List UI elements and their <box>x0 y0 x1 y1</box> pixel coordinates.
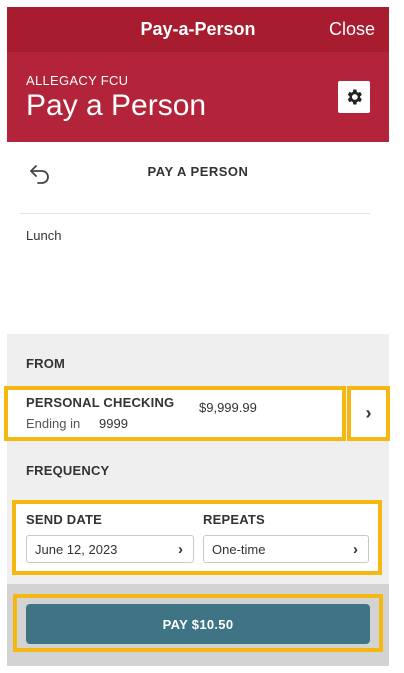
account-balance: $9,999.99 <box>199 400 257 415</box>
page-header: ALLEGACY FCU Pay a Person <box>7 52 389 142</box>
pay-button[interactable]: PAY $10.50 <box>26 604 370 644</box>
section-title: PAY A PERSON <box>147 164 249 179</box>
page-title: Pay a Person <box>26 89 207 122</box>
send-date-field[interactable]: June 12, 2023 › <box>26 535 194 563</box>
settings-button[interactable] <box>338 81 370 113</box>
chevron-right-icon: › <box>353 540 358 558</box>
repeats-dropdown[interactable]: One-time › <box>203 535 369 563</box>
top-nav-bar: Pay-a-Person Close <box>7 7 389 52</box>
account-name: PERSONAL CHECKING <box>26 395 175 410</box>
send-date-value: June 12, 2023 <box>35 541 118 557</box>
repeats-value: One-time <box>212 541 266 557</box>
chevron-right-icon: › <box>178 540 183 558</box>
send-date-label: SEND DATE <box>26 512 102 527</box>
account-ending-number: 9999 <box>99 416 128 431</box>
frequency-label: FREQUENCY <box>26 463 110 478</box>
account-ending-label: Ending in <box>26 416 81 431</box>
gear-icon <box>347 89 362 105</box>
divider <box>20 213 370 214</box>
select-account-button[interactable]: › <box>347 386 390 441</box>
from-label: FROM <box>26 356 66 371</box>
chevron-right-icon: › <box>365 403 372 423</box>
institution-name: ALLEGACY FCU <box>26 73 129 88</box>
close-button[interactable]: Close <box>329 7 375 52</box>
repeats-label: REPEATS <box>203 512 265 527</box>
memo-text: Lunch <box>26 228 62 243</box>
